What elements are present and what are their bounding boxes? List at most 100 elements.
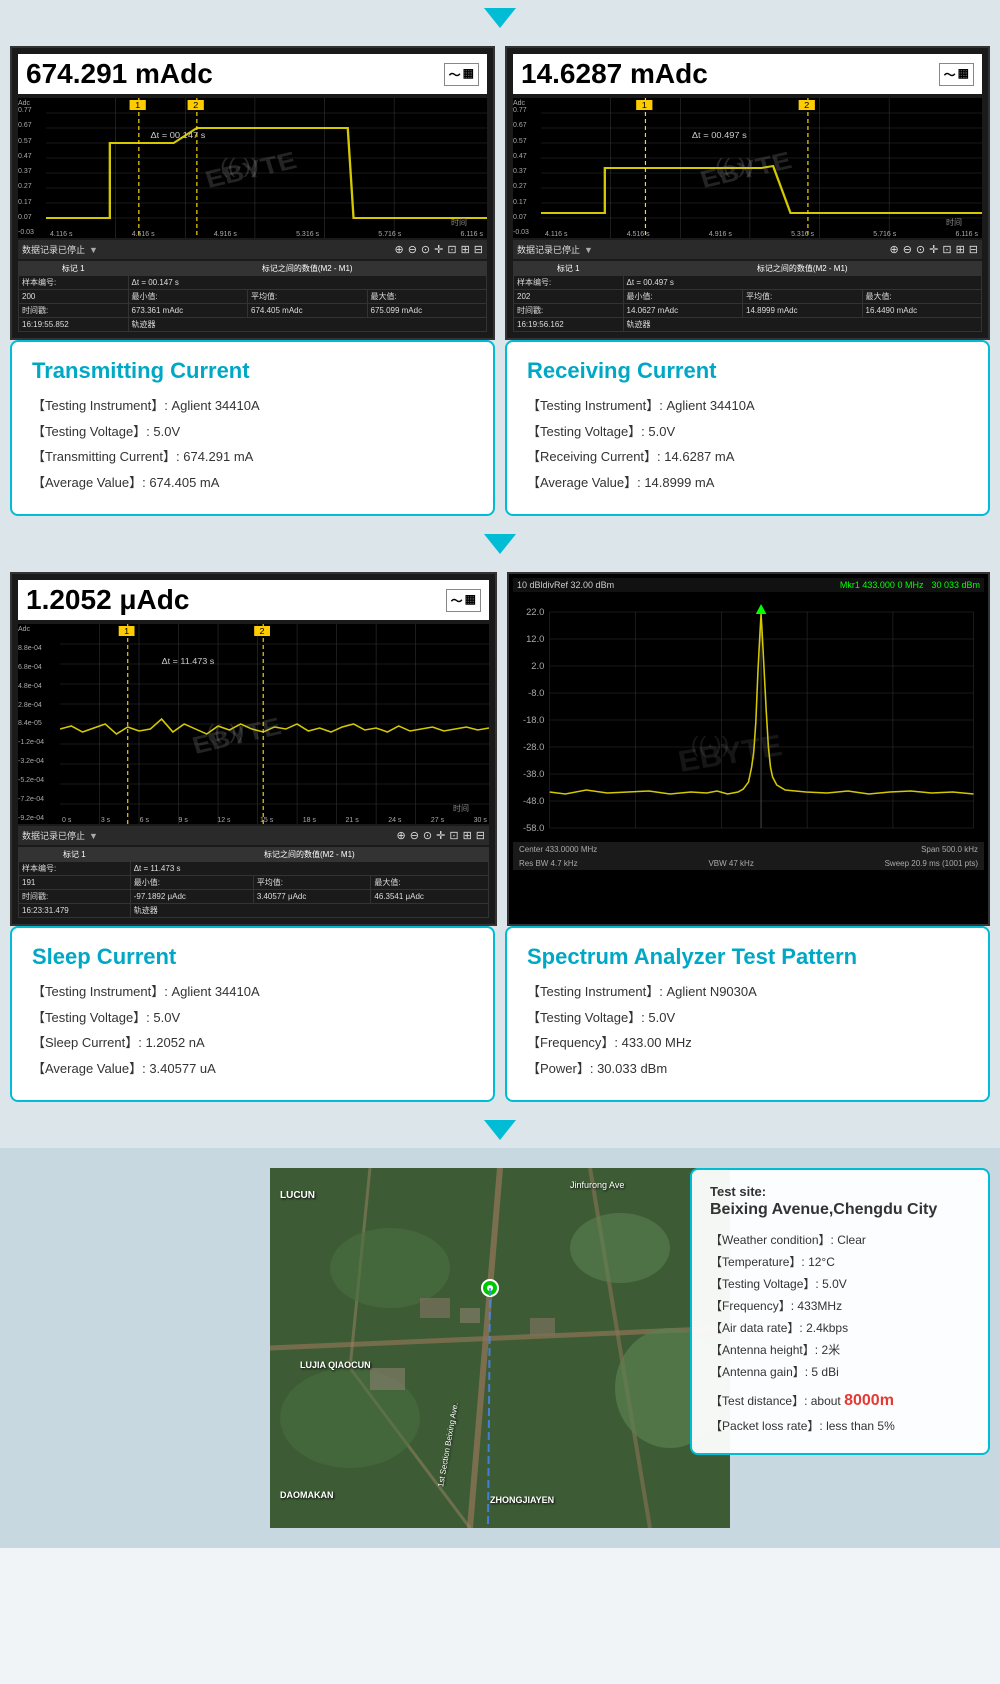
receiving-toolbar: 数据记录已停止 ▼ ⊕ ⊖ ⊙ ✛ ⊡ ⊞ ⊟ [513,240,982,259]
val-avg-r: 14.8999 mAdc [743,304,862,318]
sleep-data-table: 标记 1 标记之间的数值(M2 - M1) 样本编号: Δt = 11.473 … [18,847,489,918]
map-background: LUCUN LUJIA QIAOCUN DAOMAKAN ZHONGJIAYEN… [270,1168,730,1528]
wave-icon-3: 〜 [451,592,463,609]
zoom-in-icon[interactable]: ⊕ [394,243,403,256]
receiving-data-table: 标记 1 标记之间的数值(M2 - M1) 样本编号: Δt = 00.497 … [513,261,982,332]
label-avg: 平均值: [248,290,367,304]
tx-average: 【Average Value】: 674.405 mA [32,473,473,493]
sp-instrument: 【Testing Instrument】: Aglient N9030A [527,982,968,1002]
receiving-header: 14.6287 mAdc 〜 ▦ [513,54,982,94]
tx-current: 【Transmitting Current】: 674.291 mA [32,447,473,467]
zoom-out-icon[interactable]: ⊖ [408,243,417,256]
svg-text:-18.0: -18.0 [523,715,544,725]
val-max: 675.099 mAdc [367,304,487,318]
svg-text:2.0: 2.0 [531,661,544,671]
tx-voltage: 【Testing Voltage】: 5.0V [32,422,473,442]
label-time-r: 时间戳: [514,304,624,318]
label-avg-r: 平均值: [743,290,862,304]
sp-frequency: 【Frequency】: 433.00 MHz [527,1033,968,1053]
spectrum-card-title: Spectrum Analyzer Test Pattern [527,944,968,970]
svg-text:-8.0: -8.0 [528,688,544,698]
spectrum-span: Span 500.0 kHz [921,845,978,854]
middle-divider [0,526,1000,562]
receiving-info-card: Receiving Current 【Testing Instrument】: … [505,340,990,516]
divider-arrow-top [484,8,516,28]
grid-icon[interactable]: ⊟ [474,243,483,256]
val-min-r: 14.0627 mAdc [623,304,742,318]
svg-text:Δt = 11.473 s: Δt = 11.473 s [162,656,215,665]
receiving-card-title: Receiving Current [527,358,968,384]
spectrum-info-card: Spectrum Analyzer Test Pattern 【Testing … [505,926,990,1102]
info-cards-row-2: Sleep Current 【Testing Instrument】: Agli… [0,926,1000,1112]
instruments-row-2: 1.2052 μAdc 〜 ▦ Adc 8.8e-04 6.8e-04 4.8e… [0,562,1000,926]
grid-icon-3: ▦ [465,592,476,609]
page-wrapper: 674.291 mAdc 〜 ▦ Adc0.77 0.67 0.57 0.47 … [0,0,1000,1548]
val-min: 673.361 mAdc [128,304,247,318]
spectrum-footer-2: Res BW 4.7 kHz VBW 47 kHz Sweep 20.9 ms … [513,857,984,870]
svg-text:Δt = 00.147 s: Δt = 00.147 s [150,131,206,140]
select-icon[interactable]: ⊞ [461,243,470,256]
map-wrapper: LUCUN LUJIA QIAOCUN DAOMAKAN ZHONGJIAYEN… [270,1168,730,1528]
sl-voltage: 【Testing Voltage】: 5.0V [32,1008,473,1028]
svg-text:ZHONGJIAYEN: ZHONGJIAYEN [490,1495,554,1505]
svg-text:((·)): ((·)) [691,732,729,756]
test-weather: 【Weather condition】: Clear [710,1231,970,1249]
svg-text:1: 1 [135,101,140,110]
sleep-graph: Adc 8.8e-04 6.8e-04 4.8e-04 2.8e-04 8.4e… [18,624,489,824]
test-temp: 【Temperature】: 12°C [710,1253,970,1271]
sl-current: 【Sleep Current】: 1.2052 nA [32,1033,473,1053]
bottom-divider [0,1112,1000,1148]
sleep-panel: 1.2052 μAdc 〜 ▦ Adc 8.8e-04 6.8e-04 4.8e… [10,572,497,926]
svg-text:((·)): ((·)) [207,721,245,744]
label-max-r: 最大值: [862,290,982,304]
divider-arrow-bottom [484,1120,516,1140]
test-info-card: Test site: Beixing Avenue,Chengdu City 【… [690,1168,990,1455]
svg-text:12.0: 12.0 [526,634,544,644]
val-time-r: 16:19:56.162 [514,318,624,332]
transmitting-info-card: Transmitting Current 【Testing Instrument… [10,340,495,516]
svg-text:DAOMAKAN: DAOMAKAN [280,1490,334,1500]
sleep-value: 1.2052 μAdc [26,584,189,616]
rx-average: 【Average Value】: 14.8999 mA [527,473,968,493]
test-antenna-g: 【Antenna gain】: 5 dBi [710,1363,970,1381]
rx-voltage: 【Testing Voltage】: 5.0V [527,422,968,442]
zoom-reset-icon[interactable]: ⊙ [421,243,430,256]
transmitting-graph: Adc0.77 0.67 0.57 0.47 0.37 0.27 0.17 0.… [18,98,487,238]
spectrum-panel: 10 dBldiv Ref 32.00 dBm Mkr1 433.000 0 M… [507,572,990,926]
label-sample-r: 样本编号: [514,276,624,290]
col-marker: 标记 1 [19,262,129,276]
receiving-icons: 〜 ▦ [939,63,974,86]
svg-text:-28.0: -28.0 [523,742,544,752]
svg-text:-58.0: -58.0 [523,823,544,833]
transmitting-toolbar: 数据记录已停止 ▼ ⊕ ⊖ ⊙ ✛ ⊡ ⊞ ⊟ [18,240,487,259]
spectrum-res-bw: Res BW 4.7 kHz [519,859,578,868]
test-distance: 【Test distance】: about 8000m [710,1389,970,1413]
sl-average: 【Average Value】: 3.40577 uA [32,1059,473,1079]
dropdown-icon[interactable]: ▼ [89,245,98,255]
receiving-toolbar-label: 数据记录已停止 [517,243,580,256]
transmitting-panel: 674.291 mAdc 〜 ▦ Adc0.77 0.67 0.57 0.47 … [10,46,495,340]
svg-text:LUJIA QIAOCUN: LUJIA QIAOCUN [300,1360,371,1370]
val-max-r: 16.4490 mAdc [862,304,982,318]
fit-icon[interactable]: ⊡ [447,243,456,256]
sl-instrument: 【Testing Instrument】: Aglient 34410A [32,982,473,1002]
info-cards-row-1: Transmitting Current 【Testing Instrument… [0,340,1000,526]
label-track: 轨迹器 [128,318,486,332]
svg-text:((·)): ((·)) [220,155,259,178]
transmitting-data-table: 标记 1 标记之间的数值(M2 - M1) 样本编号: Δt = 00.147 … [18,261,487,332]
move-icon[interactable]: ✛ [434,243,443,256]
svg-text:2: 2 [804,101,809,110]
svg-text:1: 1 [124,626,129,635]
svg-text:-48.0: -48.0 [523,796,544,806]
rx-instrument: 【Testing Instrument】: Aglient 34410A [527,396,968,416]
spectrum-vbw: VBW 47 kHz [708,859,753,868]
test-voltage: 【Testing Voltage】: 5.0V [710,1275,970,1293]
tx-instrument: 【Testing Instrument】: Aglient 34410A [32,396,473,416]
test-site-label: Test site: [710,1184,970,1199]
svg-text:Δt = 00.497 s: Δt = 00.497 s [692,131,748,140]
label-time: 时间戳: [19,304,129,318]
sleep-card-title: Sleep Current [32,944,473,970]
val-sample-r: 202 [514,290,624,304]
col-delta: 标记之间的数值(M2 - M1) [128,262,486,276]
ref-label: Ref 32.00 dBm [554,580,614,590]
